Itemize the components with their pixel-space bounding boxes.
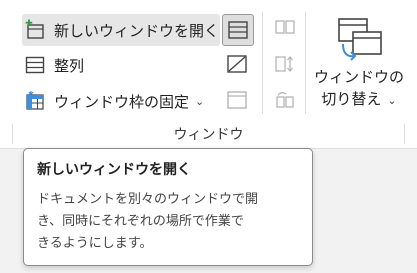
hide-icon: [227, 55, 247, 73]
switch-windows-label-line2: 切り替え: [321, 90, 382, 108]
tooltip-title: 新しいウィンドウを開く: [37, 162, 191, 178]
tooltip-description: ドキュメントを別々のウィンドウで開 き、同時にそれぞれの場所で作業で きるように…: [37, 189, 299, 255]
group-label: ウィンドウ: [173, 127, 244, 143]
hide-window-button[interactable]: [223, 50, 251, 78]
unhide-icon: [227, 91, 247, 109]
switch-windows-label-line1: ウィンドウの: [313, 68, 404, 86]
synchronous-scrolling-icon: [275, 55, 293, 73]
svg-text:✱: ✱: [28, 90, 34, 98]
new-window-label: 新しいウィンドウを開く: [54, 21, 220, 40]
tooltip-description-line: きるようにします。: [37, 236, 153, 251]
reset-window-position-button[interactable]: [271, 86, 299, 114]
split-icon: [228, 21, 248, 39]
view-side-by-side-button[interactable]: [271, 14, 299, 42]
freeze-panes-label: ウィンドウ枠の固定: [54, 92, 190, 111]
switch-windows-button[interactable]: ウィンドウの 切り替え ⌄: [313, 14, 405, 114]
new-window-button[interactable]: 新しいウィンドウを開く: [22, 14, 220, 46]
unhide-window-button[interactable]: [223, 86, 251, 114]
new-window-icon: [22, 17, 48, 43]
ribbon-window-group: 新しいウィンドウを開く 整列 ✱ ウィンドウ枠の固定 ⌄ ウィンドウの 切り替え…: [0, 0, 417, 149]
split-button[interactable]: [222, 14, 254, 46]
tooltip-description-line: ドキュメントを別々のウィンドウで開: [37, 192, 259, 207]
switch-windows-icon: [338, 18, 382, 61]
freeze-panes-button[interactable]: ✱ ウィンドウ枠の固定 ⌄: [22, 86, 212, 116]
arrange-all-button[interactable]: 整列: [22, 50, 132, 80]
tooltip-description-line: き、同時にそれぞれの場所で作業で: [37, 214, 244, 229]
arrange-all-icon: [22, 52, 48, 78]
view-side-by-side-icon: [275, 20, 295, 34]
tooltip: 新しいウィンドウを開く ドキュメントを別々のウィンドウで開 き、同時にそれぞれの…: [23, 148, 313, 266]
synchronous-scrolling-button[interactable]: [271, 50, 299, 78]
freeze-panes-icon: ✱: [22, 88, 48, 114]
separator: [305, 12, 306, 114]
chevron-down-icon: ⌄: [387, 94, 397, 107]
group-separator: [404, 124, 405, 144]
reset-window-position-icon: [276, 92, 294, 108]
separator: [262, 12, 263, 114]
chevron-down-icon: ⌄: [195, 94, 205, 108]
arrange-all-label: 整列: [54, 56, 85, 75]
